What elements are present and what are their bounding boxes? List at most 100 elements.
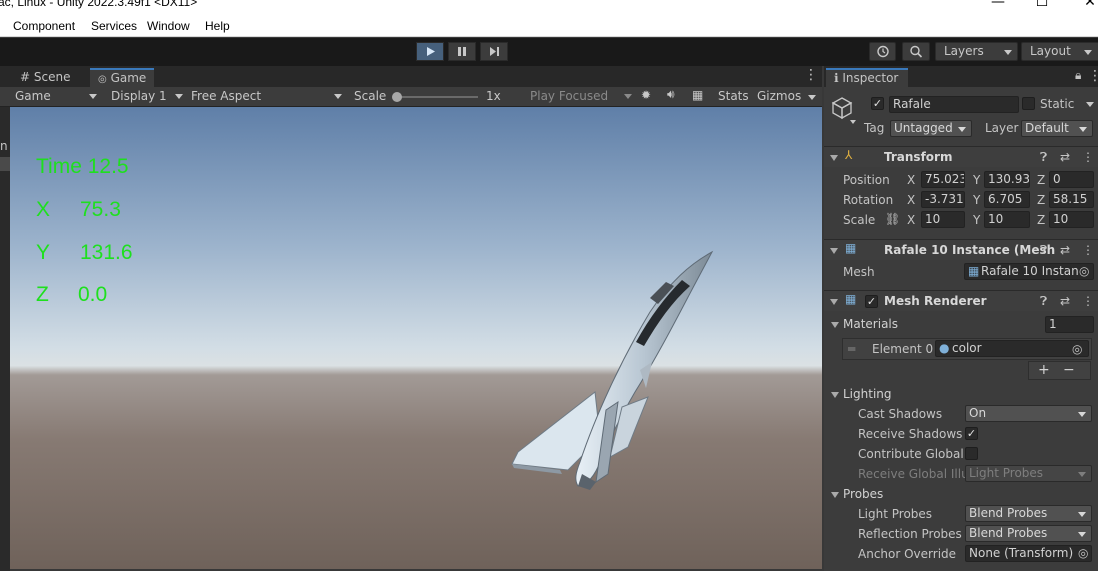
pause-button[interactable] — [448, 42, 476, 61]
tag-dropdown[interactable]: Untagged — [890, 120, 972, 137]
menu-window[interactable]: Window — [147, 19, 190, 33]
reflection-probes-dropdown[interactable]: Blend Probes — [965, 525, 1092, 542]
materials-count-field[interactable]: 1 — [1045, 316, 1094, 333]
search-button[interactable] — [902, 42, 930, 61]
element0-material-field[interactable]: ● color — [935, 340, 1089, 357]
position-x-field[interactable]: 75.023 — [921, 171, 965, 188]
foldout-arrow-icon[interactable] — [830, 155, 838, 161]
maximize-button[interactable]: ☐ — [1032, 0, 1052, 10]
inspector-panel: ℹ Inspector 🔒︎ ⋮ ✓ Rafale Static Tag Unt… — [824, 66, 1098, 571]
scale-slider[interactable] — [392, 92, 478, 102]
more-options-icon[interactable]: ⋮ — [1082, 243, 1094, 257]
chevron-down-icon — [1084, 50, 1092, 55]
drag-handle-icon[interactable]: ═ — [848, 342, 855, 356]
play-focused-label: Play Focused — [530, 89, 609, 103]
minimize-button[interactable]: — — [988, 0, 1008, 10]
scale-y-field[interactable]: 10 — [984, 211, 1030, 228]
more-options-icon[interactable]: ⋮ — [1082, 294, 1094, 308]
object-name-field[interactable]: Rafale — [889, 96, 1019, 113]
position-z-field[interactable]: 0 — [1049, 171, 1094, 188]
help-icon[interactable]: ❓︎ — [1040, 243, 1047, 258]
mesh-renderer-enabled-checkbox[interactable]: ✓ — [865, 295, 878, 308]
display-dropdown[interactable]: Display 1 — [107, 87, 185, 106]
receive-shadows-checkbox[interactable]: ✓ — [965, 427, 978, 440]
remove-element-button[interactable]: − — [1063, 362, 1075, 378]
cast-shadows-dropdown[interactable]: On — [965, 405, 1092, 422]
more-options-icon[interactable]: ⋮ — [804, 67, 818, 83]
play-focused-dropdown[interactable]: Play Focused — [526, 87, 634, 106]
keyboard-icon[interactable]: ▦ — [692, 88, 703, 102]
layout-label: Layout — [1030, 44, 1071, 58]
layers-label: Layers — [944, 44, 984, 58]
chevron-down-icon[interactable] — [808, 95, 816, 100]
scale-z-field[interactable]: 10 — [1049, 211, 1094, 228]
window-titlebar: ac, Linux - Unity 2022.3.49f1 <DX11> — ☐… — [0, 0, 1098, 16]
tab-scene[interactable]: # Scene — [12, 68, 78, 87]
element0-value: color — [952, 341, 982, 355]
object-picker-icon[interactable]: ◎ — [1079, 264, 1090, 278]
step-button[interactable] — [480, 42, 508, 61]
foldout-arrow-icon[interactable] — [831, 492, 839, 498]
foldout-arrow-icon[interactable] — [831, 322, 839, 328]
game-viewport[interactable]: Time 12.5 X 75.3 Y 131.6 Z 0.0 — [10, 107, 822, 569]
chevron-down-icon — [1078, 472, 1086, 477]
layout-dropdown[interactable]: Layout — [1021, 42, 1098, 61]
anchor-override-value: None (Transform) — [969, 546, 1074, 560]
static-checkbox[interactable] — [1022, 97, 1035, 110]
link-icon[interactable]: ⛓ — [885, 212, 900, 226]
aspect-label: Free Aspect — [191, 89, 262, 103]
object-picker-icon[interactable]: ◎ — [1072, 342, 1083, 356]
add-element-button[interactable]: + — [1038, 362, 1050, 378]
position-y-field[interactable]: 130.93 — [984, 171, 1030, 188]
hud-z-label: Z — [36, 283, 49, 306]
lock-icon[interactable]: 🔒︎ — [1075, 68, 1081, 83]
chevron-down-icon[interactable] — [1086, 102, 1094, 107]
scale-x-field[interactable]: 10 — [921, 211, 965, 228]
light-probes-dropdown[interactable]: Blend Probes — [965, 505, 1092, 522]
preset-icon[interactable]: ⇄ — [1060, 150, 1070, 164]
chevron-down-icon — [624, 94, 632, 99]
tab-inspector[interactable]: ℹ Inspector — [826, 68, 908, 87]
menu-help[interactable]: Help — [205, 19, 230, 33]
receive-shadows-label: Receive Shadows — [858, 427, 963, 441]
foldout-arrow-icon[interactable] — [831, 392, 839, 398]
preset-icon[interactable]: ⇄ — [1060, 243, 1070, 257]
history-button[interactable] — [869, 42, 896, 61]
chevron-down-icon — [1078, 512, 1086, 517]
mesh-label: Mesh — [843, 265, 875, 279]
mesh-renderer-header[interactable]: ▦ ✓ Mesh Renderer ❓︎ ⇄ ⋮ — [824, 290, 1098, 311]
aspect-dropdown[interactable]: Free Aspect — [187, 87, 345, 106]
active-checkbox[interactable]: ✓ — [871, 97, 884, 110]
tab-game[interactable]: ◎ Game — [90, 68, 155, 87]
contribute-gi-checkbox[interactable] — [965, 447, 978, 460]
foldout-arrow-icon[interactable] — [830, 299, 838, 305]
mesh-object-field[interactable]: ▦ Rafale 10 Instanc — [964, 263, 1094, 280]
chevron-down-icon — [1004, 50, 1012, 55]
object-picker-icon[interactable]: ◎ — [1078, 546, 1089, 560]
menu-services[interactable]: Services — [91, 19, 137, 33]
rotation-z-field[interactable]: 58.15 — [1049, 191, 1094, 208]
preset-icon[interactable]: ⇄ — [1060, 294, 1070, 308]
gizmos-button[interactable]: Gizmos — [757, 89, 801, 103]
layers-dropdown[interactable]: Layers — [935, 42, 1018, 61]
rotation-x-field[interactable]: -3.731 — [921, 191, 965, 208]
mesh-filter-header[interactable]: ▦ Rafale 10 Instance (Mesh ❓︎ ⇄ ⋮ — [824, 239, 1098, 260]
menu-component[interactable]: Component — [13, 19, 75, 33]
more-options-icon[interactable]: ⋮ — [1088, 68, 1098, 84]
anchor-override-field[interactable]: None (Transform) — [965, 545, 1092, 562]
play-button[interactable] — [416, 42, 444, 61]
help-icon[interactable]: ❓︎ — [1040, 150, 1047, 165]
transform-header[interactable]: ⅄ Transform ❓︎ ⇄ ⋮ — [824, 146, 1098, 167]
more-options-icon[interactable]: ⋮ — [1082, 150, 1094, 164]
pause-icon — [458, 47, 466, 56]
game-mode-dropdown[interactable]: Game — [12, 87, 99, 106]
rotation-y-field[interactable]: 6.705 — [984, 191, 1030, 208]
audio-icon[interactable]: 🔊︎ — [667, 87, 675, 102]
help-icon[interactable]: ❓︎ — [1040, 294, 1047, 309]
bug-icon[interactable]: ✹ — [641, 88, 651, 102]
scale-slider-handle[interactable] — [392, 92, 402, 102]
stats-button[interactable]: Stats — [718, 89, 749, 103]
foldout-arrow-icon[interactable] — [830, 248, 838, 254]
close-button[interactable]: ✕ — [1080, 0, 1098, 10]
layer-dropdown[interactable]: Default — [1021, 120, 1093, 137]
